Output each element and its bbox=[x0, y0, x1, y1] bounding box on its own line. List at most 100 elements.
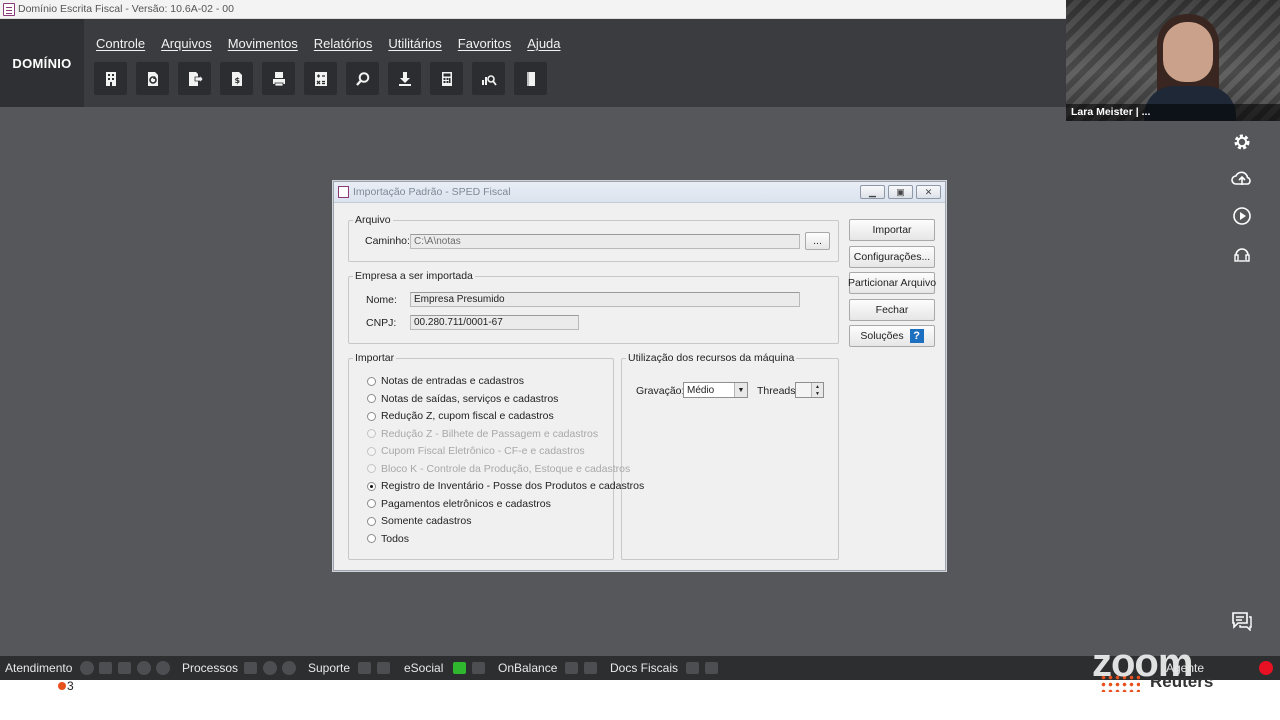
import-option-label: Registro de Inventário - Posse dos Produ… bbox=[381, 480, 645, 492]
recursos-legend: Utilização dos recursos da máquina bbox=[628, 352, 795, 364]
menu-utilitarios[interactable]: Utilitários bbox=[380, 36, 449, 51]
import-option: Redução Z - Bilhete de Passagem e cadast… bbox=[367, 428, 598, 440]
status-onbalance[interactable]: OnBalance bbox=[498, 661, 557, 675]
close-button[interactable]: ✕ bbox=[916, 185, 941, 199]
radio-button[interactable] bbox=[367, 534, 376, 543]
clock-icon[interactable] bbox=[156, 661, 170, 675]
status-atendimento[interactable]: Atendimento bbox=[5, 661, 72, 675]
threads-spinner[interactable]: ▲ ▼ bbox=[795, 382, 824, 398]
search-icon[interactable] bbox=[346, 62, 379, 95]
radio-button[interactable] bbox=[367, 394, 376, 403]
menu-movimentos[interactable]: Movimentos bbox=[220, 36, 306, 51]
chart-search-icon[interactable] bbox=[472, 62, 505, 95]
mail-icon[interactable] bbox=[565, 662, 578, 674]
menu-favoritos[interactable]: Favoritos bbox=[450, 36, 519, 51]
check-icon[interactable] bbox=[244, 662, 257, 674]
invoice-icon[interactable]: $ bbox=[220, 62, 253, 95]
menu-ajuda[interactable]: Ajuda bbox=[519, 36, 568, 51]
chevron-down-icon[interactable]: ▼ bbox=[734, 383, 747, 397]
calculator-icon[interactable] bbox=[430, 62, 463, 95]
dialog-titlebar[interactable]: Importação Padrão - SPED Fiscal ▁ ▣ ✕ bbox=[334, 182, 945, 203]
process-alert-icon[interactable] bbox=[282, 661, 296, 675]
menu-arquivos[interactable]: Arquivos bbox=[153, 36, 220, 51]
fechar-button[interactable]: Fechar bbox=[849, 299, 935, 321]
import-option-label: Pagamentos eletrônicos e cadastros bbox=[381, 497, 551, 510]
particionar-button[interactable]: Particionar Arquivo bbox=[848, 272, 936, 294]
badge-dot-icon bbox=[58, 682, 66, 690]
import-option[interactable]: Notas de entradas e cadastros bbox=[367, 375, 524, 387]
plus-icon[interactable] bbox=[358, 662, 371, 674]
caminho-field[interactable]: C:\A\notas bbox=[410, 234, 800, 249]
book-icon[interactable] bbox=[514, 62, 547, 95]
import-dialog: Importação Padrão - SPED Fiscal ▁ ▣ ✕ Ar… bbox=[333, 181, 946, 571]
solucoes-button[interactable]: Soluções ? bbox=[849, 325, 935, 347]
export-doc-icon[interactable] bbox=[178, 62, 211, 95]
refresh-doc-icon[interactable] bbox=[136, 62, 169, 95]
status-suporte[interactable]: Suporte bbox=[308, 661, 350, 675]
user-status-icon[interactable] bbox=[137, 661, 151, 675]
nome-field[interactable]: Empresa Presumido bbox=[410, 292, 800, 307]
calculator-sheet-icon[interactable] bbox=[304, 62, 337, 95]
support-headset-icon[interactable] bbox=[1229, 241, 1255, 267]
configuracoes-button[interactable]: Configurações... bbox=[849, 246, 935, 268]
download-icon[interactable] bbox=[388, 62, 421, 95]
import-option[interactable]: Redução Z, cupom fiscal e cadastros bbox=[367, 410, 554, 422]
chat-icon[interactable] bbox=[1229, 607, 1255, 633]
video-tile: Lara Meister | ... bbox=[1066, 0, 1280, 121]
cloud-upload-icon[interactable] bbox=[1229, 165, 1255, 191]
radio-button[interactable] bbox=[367, 481, 376, 491]
app-titlebar: Domínio Escrita Fiscal - Versão: 10.6A-0… bbox=[0, 0, 1066, 19]
chat-status-icon[interactable] bbox=[99, 662, 112, 674]
building-icon[interactable] bbox=[94, 62, 127, 95]
radio-button[interactable] bbox=[367, 516, 376, 526]
printer-icon[interactable] bbox=[262, 62, 295, 95]
import-option[interactable]: Registro de Inventário - Posse dos Produ… bbox=[367, 480, 644, 492]
status-docs-fiscais[interactable]: Docs Fiscais bbox=[610, 661, 678, 675]
menu-relatorios[interactable]: Relatórios bbox=[306, 36, 381, 51]
radio-button bbox=[367, 446, 376, 456]
cnpj-field[interactable]: 00.280.711/0001-67 bbox=[410, 315, 579, 330]
gravacao-select[interactable]: Médio ▼ bbox=[683, 382, 748, 398]
import-option[interactable]: Pagamentos eletrônicos e cadastros bbox=[367, 498, 551, 510]
radio-button[interactable] bbox=[367, 411, 376, 421]
solucoes-label: Soluções bbox=[860, 330, 904, 342]
record-indicator-icon bbox=[1259, 661, 1273, 675]
import-option[interactable]: Notas de saídas, serviços e cadastros bbox=[367, 393, 558, 405]
maximize-button[interactable]: ▣ bbox=[888, 185, 913, 199]
spinner-down-icon[interactable]: ▼ bbox=[811, 390, 823, 397]
docs-print-icon[interactable] bbox=[705, 662, 718, 674]
import-option[interactable]: Somente cadastros bbox=[367, 515, 471, 527]
play-icon[interactable] bbox=[1229, 203, 1255, 229]
menu-band: DOMÍNIO Controle Arquivos Movimentos Rel… bbox=[0, 19, 1222, 107]
status-processos[interactable]: Processos bbox=[182, 661, 238, 675]
ticket-icon[interactable] bbox=[118, 662, 131, 674]
docs-icon[interactable] bbox=[686, 662, 699, 674]
radio-button[interactable] bbox=[367, 499, 376, 508]
app-title: Domínio Escrita Fiscal - Versão: 10.6A-0… bbox=[18, 3, 234, 15]
cnpj-label: CNPJ: bbox=[366, 317, 397, 329]
doc-icon[interactable] bbox=[377, 662, 390, 674]
menu-controle[interactable]: Controle bbox=[88, 36, 153, 51]
importar-legend: Importar bbox=[355, 352, 395, 364]
phone-icon[interactable] bbox=[80, 661, 94, 675]
spinner-up-icon[interactable]: ▲ bbox=[811, 383, 823, 390]
empresa-group: Empresa a ser importada bbox=[348, 270, 839, 344]
process-icon[interactable] bbox=[263, 661, 277, 675]
download-status-icon[interactable] bbox=[584, 662, 597, 674]
status-esocial[interactable]: eSocial bbox=[404, 661, 443, 675]
threads-label: Threads: bbox=[757, 385, 799, 397]
status-agente[interactable]: Agente bbox=[1166, 661, 1204, 675]
status-bar: Atendimento Processos Suporte eSocial On… bbox=[0, 656, 1280, 680]
esocial-doc-icon[interactable] bbox=[472, 662, 485, 674]
minimize-button[interactable]: ▁ bbox=[860, 185, 885, 199]
import-option[interactable]: Todos bbox=[367, 533, 409, 545]
gear-icon[interactable] bbox=[1229, 129, 1255, 155]
import-option-label: Somente cadastros bbox=[381, 515, 472, 527]
importar-button[interactable]: Importar bbox=[849, 219, 935, 241]
radio-button bbox=[367, 464, 376, 473]
import-option: Bloco K - Controle da Produção, Estoque … bbox=[367, 463, 630, 475]
browse-button[interactable]: ... bbox=[805, 232, 830, 250]
bottom-strip bbox=[0, 680, 1280, 720]
radio-button[interactable] bbox=[367, 376, 376, 386]
esocial-status-icon[interactable] bbox=[453, 662, 466, 674]
